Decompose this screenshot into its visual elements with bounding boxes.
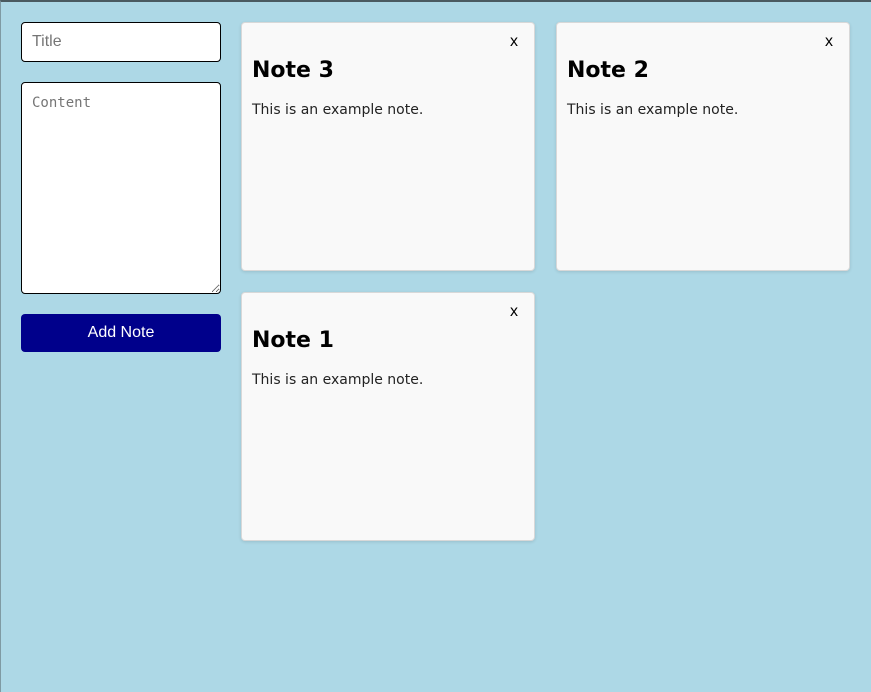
- delete-note-button[interactable]: x: [506, 303, 522, 321]
- note-title: Note 2: [567, 58, 649, 83]
- delete-note-button[interactable]: x: [506, 33, 522, 51]
- note-body: This is an example note.: [567, 102, 739, 118]
- notes-app: Add Note x Note 3 This is an example not…: [1, 2, 871, 692]
- note-card: x Note 3 This is an example note.: [241, 22, 535, 271]
- content-textarea[interactable]: [21, 82, 221, 294]
- note-title: Note 3: [252, 58, 334, 83]
- note-title: Note 1: [252, 328, 334, 353]
- add-note-button[interactable]: Add Note: [21, 314, 221, 352]
- delete-note-button[interactable]: x: [821, 33, 837, 51]
- note-card: x Note 1 This is an example note.: [241, 292, 535, 541]
- note-form: Add Note: [21, 22, 221, 352]
- notes-grid: x Note 3 This is an example note. x Note…: [241, 22, 851, 541]
- title-input[interactable]: [21, 22, 221, 62]
- note-body: This is an example note.: [252, 372, 424, 388]
- note-card: x Note 2 This is an example note.: [556, 22, 850, 271]
- note-body: This is an example note.: [252, 102, 424, 118]
